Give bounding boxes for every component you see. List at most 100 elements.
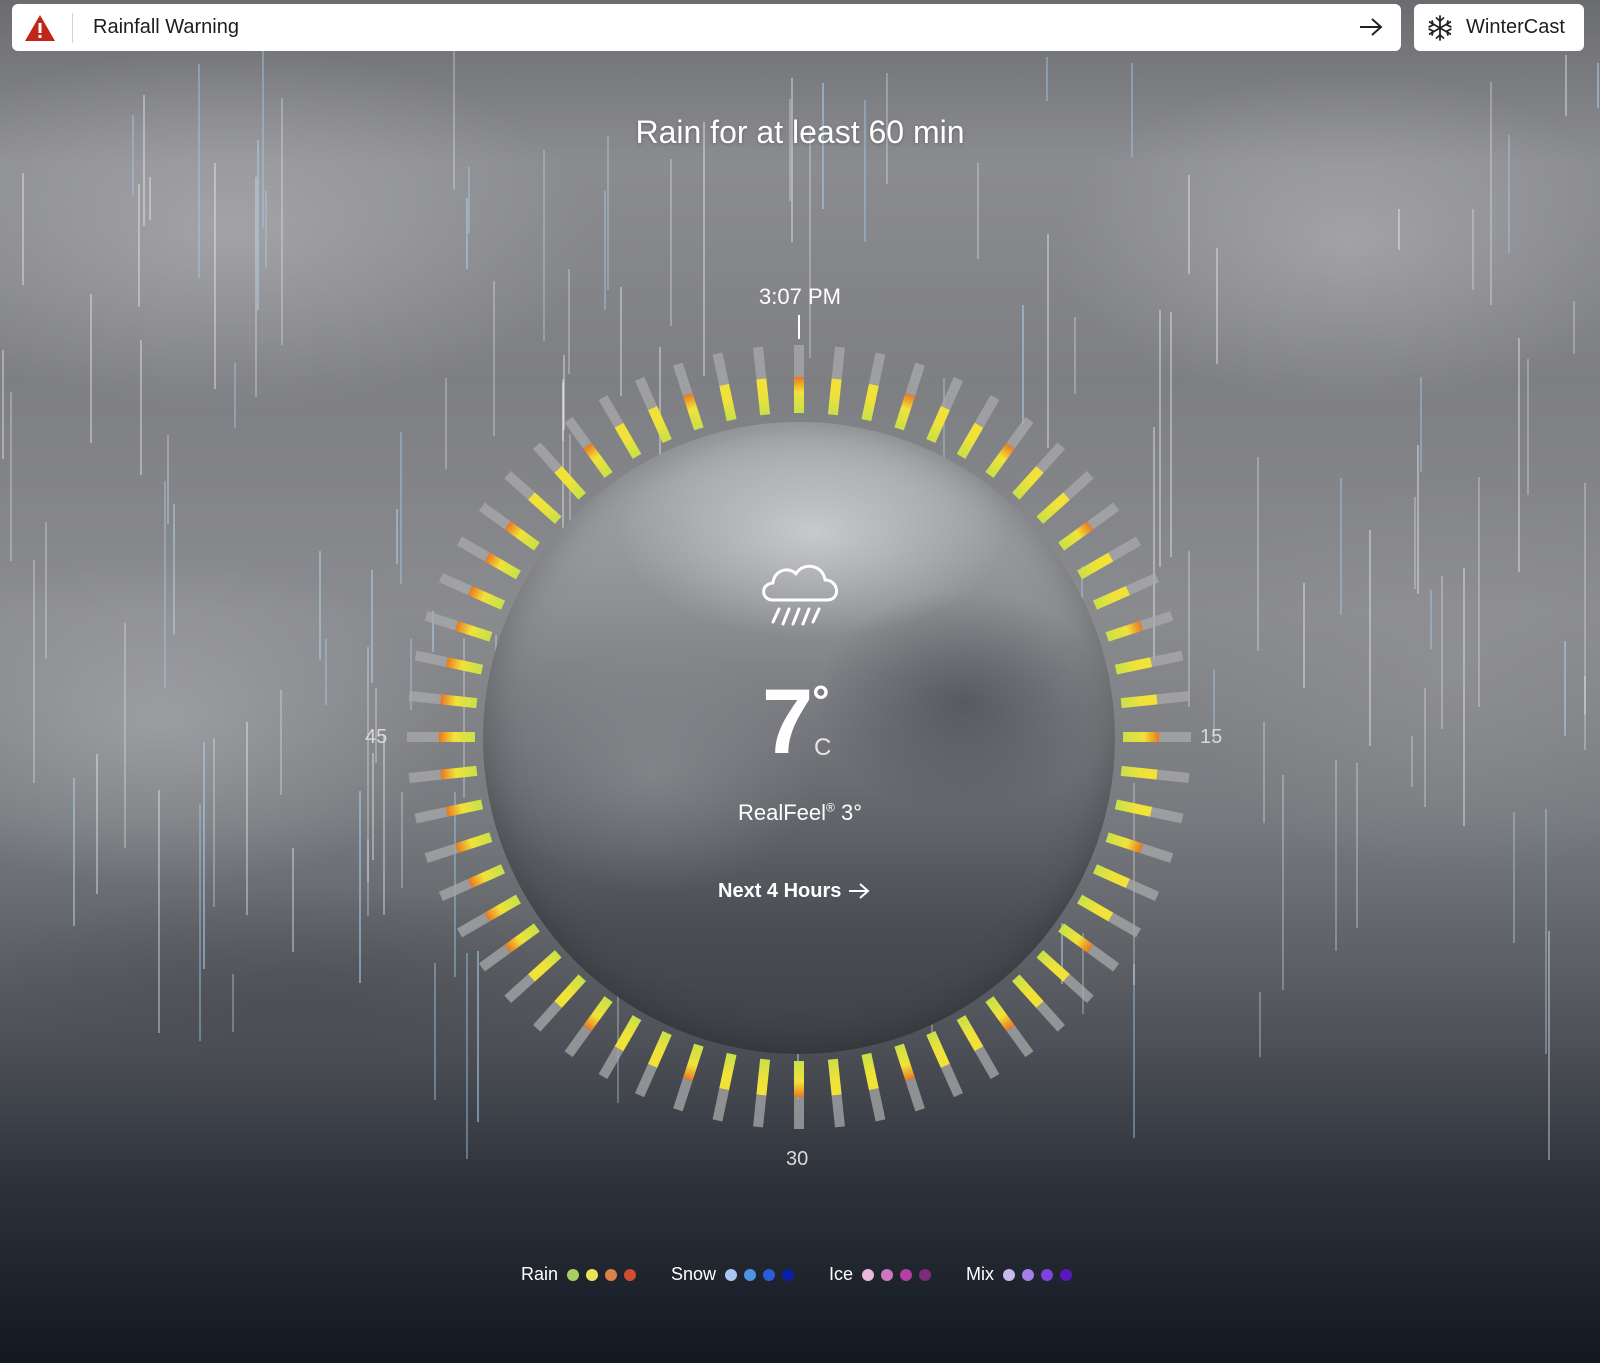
legend-swatch	[1041, 1268, 1054, 1281]
minute-track-tick	[598, 1046, 624, 1079]
minute-precip-tick	[1077, 552, 1114, 580]
minute-precip-tick	[484, 894, 521, 922]
minute-precip-tick	[894, 1043, 916, 1081]
minute-precip-tick	[1092, 864, 1130, 888]
legend-label: Rain	[520, 1264, 558, 1284]
minute-track-tick	[905, 362, 925, 397]
legend-swatch	[566, 1268, 579, 1281]
minute-precip-tick	[455, 832, 493, 854]
minute-precip-tick	[719, 1052, 737, 1091]
minute-precip-tick	[1058, 923, 1094, 953]
minute-precip-tick	[861, 383, 879, 422]
minute-track-tick	[478, 944, 511, 972]
minute-precip-tick	[719, 383, 737, 422]
minute-track-tick	[1125, 878, 1160, 902]
minute-precip-tick	[682, 1043, 704, 1081]
minute-track-tick	[868, 1088, 886, 1122]
minute-precip-tick	[861, 1052, 879, 1091]
precip-legend: Rain Snow Ice Mix	[0, 1264, 1600, 1285]
minute-track-tick	[831, 346, 845, 380]
minute-track-tick	[1156, 769, 1190, 783]
minute-track-tick	[1063, 974, 1094, 1004]
legend-swatch	[881, 1268, 894, 1281]
legend-group-mix: Mix	[966, 1264, 1079, 1285]
legend-label: Snow	[670, 1264, 717, 1284]
next-4-hours-link[interactable]: Next 4 Hours	[718, 876, 871, 906]
minute-precip-tick	[440, 694, 478, 709]
minute-precip-tick	[894, 393, 916, 431]
minute-precip-tick	[682, 393, 704, 431]
minute-precip-tick	[1105, 620, 1143, 642]
minute-track-tick	[1006, 416, 1034, 449]
temperature-value: 7	[762, 671, 814, 773]
minute-precip-tick	[1012, 466, 1044, 500]
minute-label-30: 30	[786, 1148, 809, 1170]
minute-track-tick	[1087, 502, 1120, 530]
legend-group-snow: Snow	[671, 1264, 801, 1285]
legend-group-ice: Ice	[829, 1264, 938, 1285]
minute-track-tick	[1036, 1001, 1066, 1032]
minute-track-tick	[753, 1094, 767, 1128]
realfeel-prefix: RealFeel	[737, 800, 827, 825]
legend-swatch	[862, 1268, 875, 1281]
minute-track-tick	[408, 769, 442, 783]
minute-precip-tick	[468, 864, 506, 888]
minute-track-tick	[905, 1077, 925, 1112]
minute-precip-tick	[648, 406, 672, 444]
minute-label-45: 45	[365, 726, 388, 748]
legend-label: Mix	[966, 1264, 995, 1284]
minute-precip-tick	[583, 996, 613, 1032]
minute-precip-tick	[1120, 765, 1158, 780]
minute-track-tick	[564, 1025, 592, 1058]
minute-track-tick	[974, 1046, 1000, 1079]
minute-precip-tick	[756, 1058, 771, 1096]
minute-precip-tick	[1077, 894, 1114, 922]
legend-swatch	[782, 1268, 795, 1281]
legend-group-rain: Rain	[521, 1264, 643, 1285]
legend-swatch	[900, 1268, 913, 1281]
minute-precip-tick	[455, 620, 493, 642]
minute-precip-tick	[445, 657, 484, 675]
minute-track-tick	[1156, 691, 1190, 705]
minute-track-tick	[532, 442, 562, 473]
minute-precip-tick	[648, 1030, 672, 1068]
legend-swatch	[1060, 1268, 1073, 1281]
minute-precip-tick	[956, 422, 984, 459]
minute-precip-tick	[1105, 832, 1143, 854]
minute-precip-tick	[504, 521, 540, 551]
cloud-rain-icon	[762, 564, 838, 626]
minute-track-tick	[831, 1094, 845, 1128]
legend-swatch	[623, 1268, 636, 1281]
minute-precip-tick	[1092, 586, 1130, 610]
minute-track-tick	[414, 650, 448, 668]
minute-precip-tick	[756, 378, 771, 416]
minute-precip-tick	[504, 923, 540, 953]
legend-swatch	[1022, 1268, 1035, 1281]
minute-track-tick	[940, 1063, 964, 1098]
minute-track-tick	[1139, 611, 1174, 631]
minute-track-tick	[504, 974, 535, 1004]
minute-track-tick	[634, 376, 658, 411]
minute-precip-tick	[583, 442, 613, 478]
minute-precip-tick	[926, 1030, 950, 1068]
minute-precip-tick	[528, 950, 562, 982]
minute-track-tick	[868, 352, 886, 386]
minute-track-tick	[673, 362, 693, 397]
minute-track-tick	[753, 346, 767, 380]
minute-track-tick	[504, 470, 535, 500]
legend-swatch	[604, 1268, 617, 1281]
minute-track-tick	[438, 572, 473, 596]
minute-precip-tick	[440, 765, 478, 780]
realfeel-registered-mark: ®	[826, 800, 835, 815]
minute-track-tick	[1036, 442, 1066, 473]
minute-precip-tick	[827, 1058, 842, 1096]
minute-track-tick	[408, 691, 442, 705]
minute-track-tick	[1063, 470, 1094, 500]
minute-precip-tick	[827, 378, 842, 416]
minute-track-tick	[438, 878, 473, 902]
minute-precip-tick	[468, 586, 506, 610]
minute-precip-tick	[1036, 950, 1070, 982]
minute-track-tick	[1087, 944, 1120, 972]
minute-precip-tick	[554, 974, 586, 1008]
minute-precip-tick	[614, 422, 642, 459]
